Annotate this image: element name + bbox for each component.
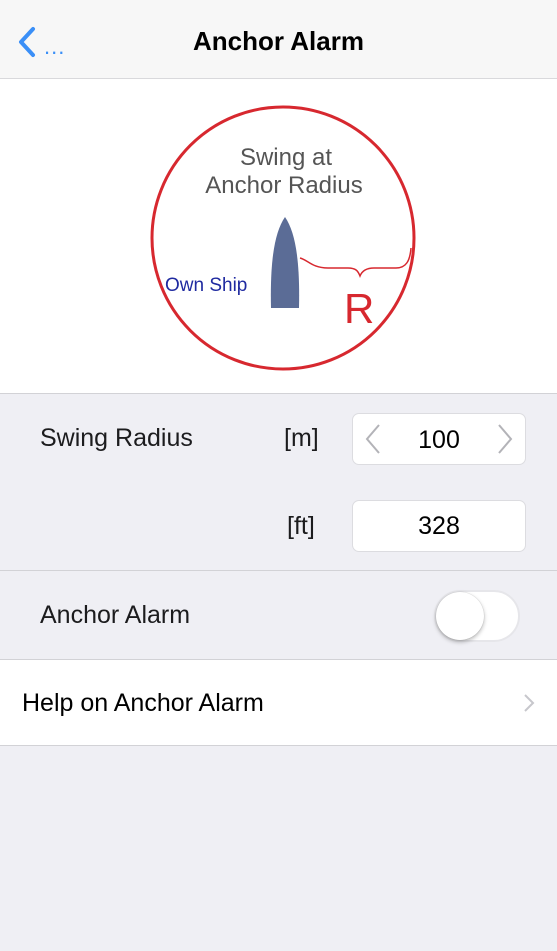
swing-radius-stepper[interactable]: 100 <box>352 413 526 465</box>
own-ship-label: Own Ship <box>165 275 247 296</box>
chevron-right-icon <box>524 694 535 712</box>
swing-radius-feet-row: [ft] 328 <box>0 482 557 571</box>
swing-radius-row: Swing Radius [m] 100 <box>0 393 557 483</box>
help-anchor-alarm-row[interactable]: Help on Anchor Alarm <box>0 660 557 746</box>
diagram-title-line2: Anchor Radius <box>205 172 362 199</box>
diagram-title-line1: Swing at <box>240 144 332 171</box>
increment-button[interactable] <box>485 414 525 464</box>
feet-unit-label: [ft] <box>287 512 315 540</box>
swing-radius-label: Swing Radius <box>40 424 193 452</box>
page-title: Anchor Alarm <box>193 26 364 56</box>
radius-label: R <box>344 285 374 332</box>
help-anchor-alarm-label: Help on Anchor Alarm <box>22 689 264 717</box>
diagram-panel: Swing at Anchor Radius Own Ship R <box>0 79 557 393</box>
navigation-bar: ... Anchor Alarm <box>0 0 557 79</box>
swing-radius-meters-value: 100 <box>418 426 460 454</box>
anchor-radius-diagram: Swing at Anchor Radius Own Ship R <box>150 105 416 371</box>
meters-unit-label: [m] <box>284 424 319 452</box>
swing-radius-feet-field[interactable]: 328 <box>352 500 526 552</box>
decrement-button[interactable] <box>353 414 393 464</box>
anchor-alarm-label: Anchor Alarm <box>40 601 191 629</box>
anchor-alarm-toggle[interactable] <box>434 590 520 642</box>
chevron-right-icon <box>498 424 513 454</box>
toggle-knob <box>436 592 484 640</box>
chevron-left-icon <box>365 424 380 454</box>
anchor-alarm-row: Anchor Alarm <box>0 571 557 660</box>
